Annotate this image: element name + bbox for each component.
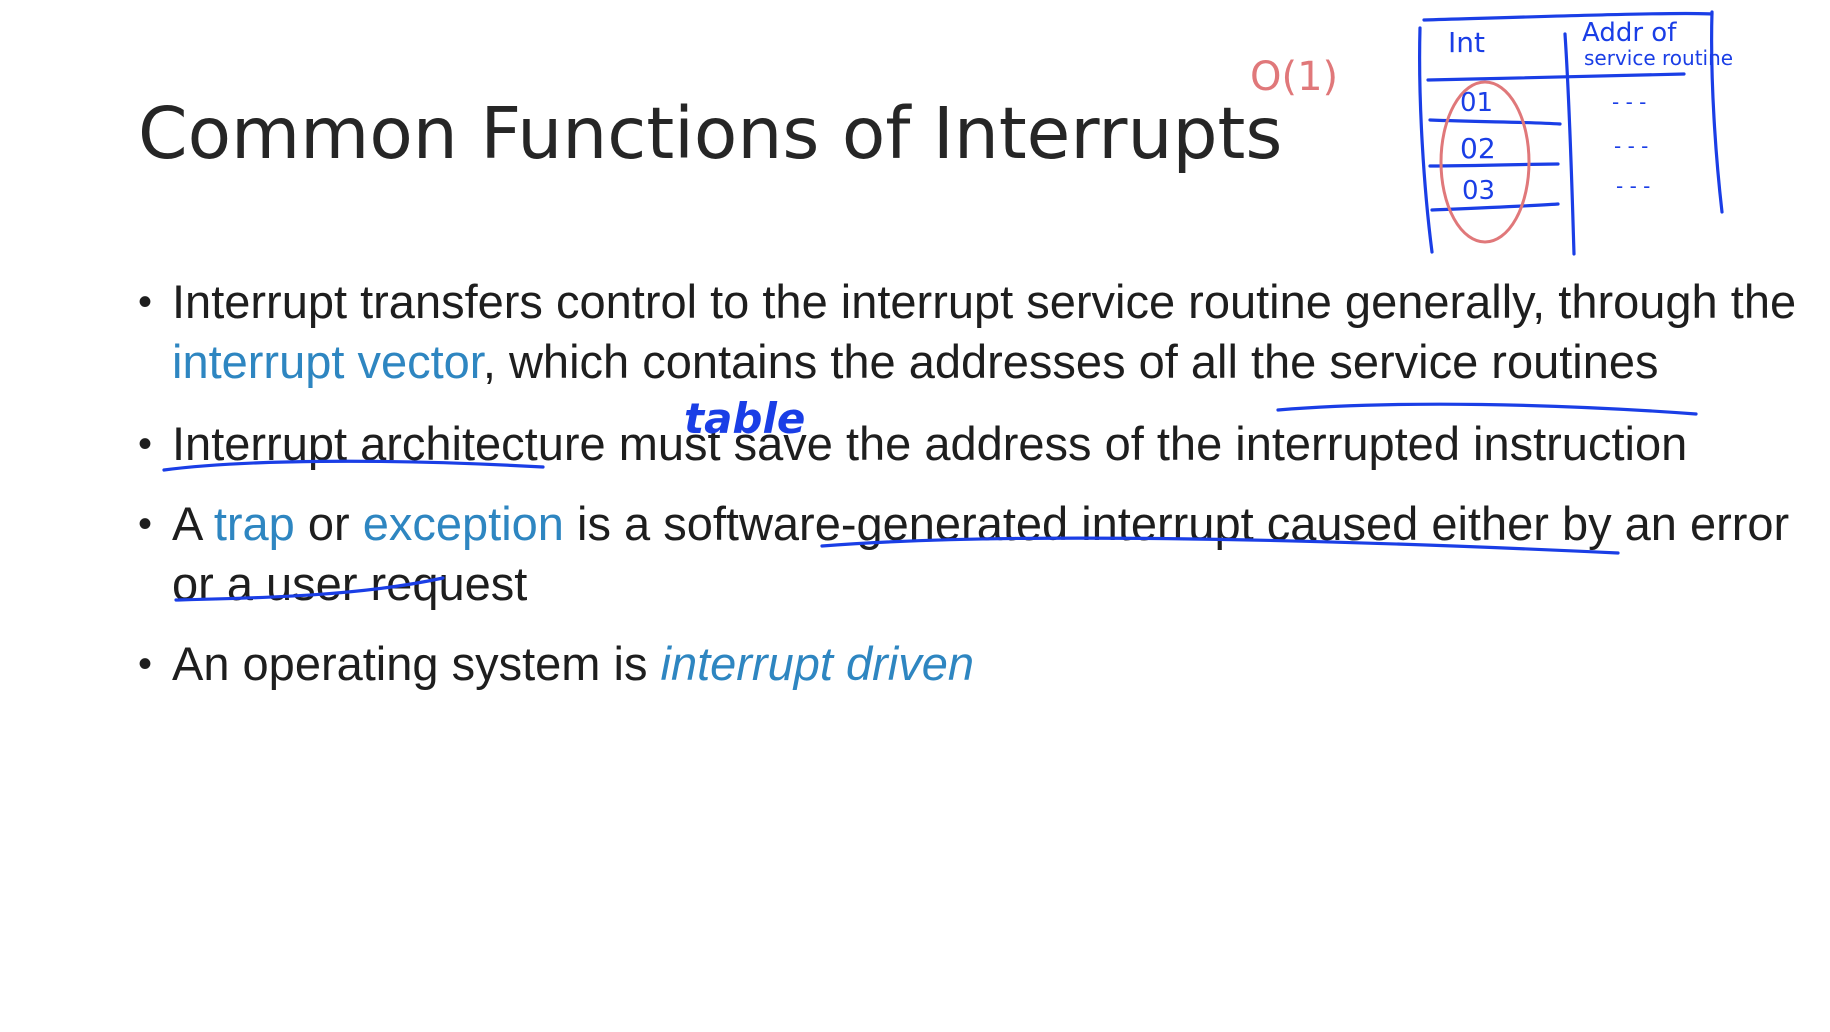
bullet-marker: • [138,642,153,686]
ink-table-frame [1426,72,1686,82]
ink-table-value: - - - [1616,174,1651,198]
highlight-term: exception [362,497,564,550]
bullet-text: An operating system is [172,637,661,690]
ink-table-frame [1418,26,1434,254]
bullet-text: Interrupt architecture must save the add… [172,417,1688,470]
ink-table-value: - - - [1612,90,1647,114]
ink-table-row: 03 [1462,176,1496,206]
bullet-marker: • [138,280,153,324]
ink-table-header-addr: service routine [1584,46,1734,70]
ink-table-frame [1563,32,1576,256]
bullet-list: • Interrupt transfers control to the int… [132,272,1812,694]
ink-table-row: 02 [1460,132,1496,165]
bullet-text: , which contains the addresses of all th… [482,335,1659,388]
ink-table-frame [1428,118,1562,126]
bullet-item: • Interrupt transfers control to the int… [132,272,1812,392]
ink-table-header-int: Int [1448,26,1485,59]
ink-table-frame [1710,10,1724,214]
bullet-item: • An operating system is interrupt drive… [132,634,1812,694]
ink-table-value: - - - [1614,134,1649,158]
ink-table-header-addr: Addr of [1582,18,1677,48]
slide-canvas: Common Functions of Interrupts • Interru… [0,0,1830,1032]
ink-note-complexity: O(1) [1250,54,1339,100]
ink-table-row: 01 [1460,88,1494,118]
bullet-text: A [172,497,214,550]
highlight-term: interrupt driven [660,637,975,690]
highlight-term: trap [213,497,295,550]
bullet-text: Interrupt transfers control to the inter… [172,275,1797,328]
bullet-text: or [294,497,363,550]
bullet-item: • Interrupt architecture must save the a… [132,414,1812,474]
bullet-item: • A trap or exception is a software-gene… [132,494,1812,614]
ink-note-table: table [684,394,806,443]
bullet-marker: • [138,422,153,466]
bullet-marker: • [138,502,153,546]
slide-title: Common Functions of Interrupts [138,92,1283,175]
highlight-term: interrupt vector [172,335,483,388]
